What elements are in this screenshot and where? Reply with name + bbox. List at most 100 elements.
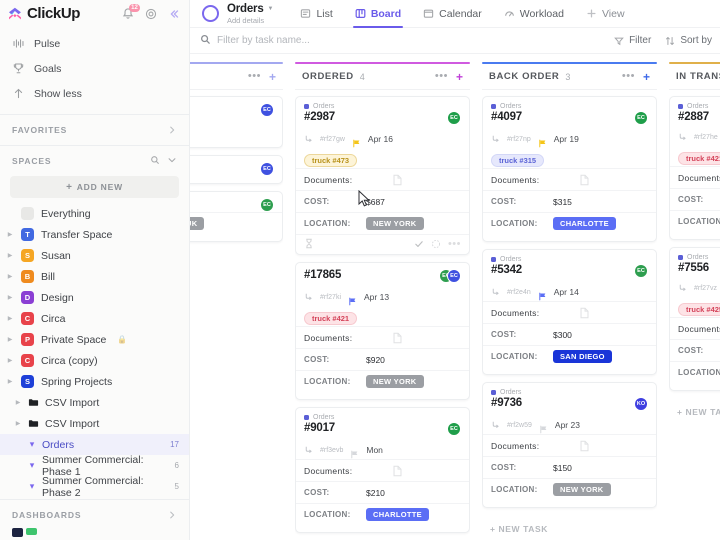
document-attachment-icon[interactable]	[392, 465, 403, 477]
avatar[interactable]: EC	[260, 103, 274, 118]
avatar[interactable]: EC	[634, 111, 648, 126]
task-card[interactable]: Orders#7556 #rf27vzThu truck #425 Documents…	[669, 247, 720, 392]
sidebar-item-orders[interactable]: ▾ Orders 17	[0, 434, 189, 456]
card-tag[interactable]: truck #421	[304, 312, 358, 326]
card-field-cost[interactable]: COST: $687	[296, 190, 469, 212]
card-field-documents[interactable]: Documents:	[296, 168, 469, 190]
card-field-location[interactable]: LOCATION:SAN	[670, 210, 720, 232]
card-field-location[interactable]: UK	[190, 212, 282, 234]
sidebar-item-csv-import[interactable]: ▶ CSV Import	[0, 413, 189, 434]
document-attachment-icon[interactable]	[579, 174, 590, 186]
dashboards-section-header[interactable]: DASHBOARDS	[0, 502, 189, 528]
bell-icon[interactable]: 12	[121, 3, 140, 21]
task-card[interactable]: Orders #2987 EC #rf27gw Apr 16 truck #473 Docu…	[295, 96, 470, 256]
avatar[interactable]: KO	[634, 397, 648, 412]
card-field-location[interactable]: LOCATION: CHARLOTTE	[483, 212, 656, 234]
tab-workload[interactable]: Workload	[493, 0, 575, 28]
card-field-documents[interactable]: Documents:	[670, 317, 720, 339]
document-attachment-icon[interactable]	[579, 440, 590, 452]
card-field-documents[interactable]: Documents:	[483, 434, 656, 456]
task-card[interactable]: EC UK	[190, 191, 283, 243]
location-pill[interactable]: NEW YORK	[553, 483, 611, 497]
avatar[interactable]: EC	[634, 264, 648, 279]
card-due-date[interactable]: Apr 23	[555, 420, 580, 430]
location-pill[interactable]: NEW YORK	[366, 217, 424, 231]
card-field-cost[interactable]: COST: $920	[296, 348, 469, 370]
card-field-cost[interactable]: COST: $210	[296, 481, 469, 503]
card-field-location[interactable]: LOCATION: NEW YORK	[296, 370, 469, 392]
priority-flag-icon[interactable]	[539, 421, 548, 434]
location-pill[interactable]: CHARLOTTE	[366, 508, 429, 522]
sidebar-space-design[interactable]: ▶ D Design	[0, 287, 189, 308]
column-add-task-icon[interactable]: +	[456, 71, 463, 83]
favorites-section-header[interactable]: FAVORITES	[0, 117, 189, 143]
avatar[interactable]: EC	[447, 269, 461, 284]
chevron-right-icon[interactable]	[167, 510, 177, 520]
task-card[interactable]: Orders #5342 EC #rf2e4n Apr 14 Documents: COST…	[482, 249, 657, 376]
card-field-cost[interactable]: COST: $150	[483, 456, 656, 478]
priority-flag-icon[interactable]	[538, 135, 547, 148]
new-task-button[interactable]: + NEW TASK	[669, 398, 720, 426]
chevron-right-icon[interactable]: ▶	[6, 315, 14, 322]
priority-flag-icon[interactable]	[352, 135, 361, 148]
tab-view[interactable]: View	[575, 0, 636, 28]
card-assignees[interactable]: EC	[260, 162, 274, 177]
search-input[interactable]	[217, 35, 400, 47]
chevron-right-icon[interactable]: ▶	[6, 273, 14, 280]
location-pill[interactable]: UK	[190, 217, 205, 231]
chevron-down-icon[interactable]	[167, 155, 177, 167]
avatar[interactable]: EC	[447, 111, 461, 126]
task-card[interactable]: #17865 EC EC #rf27ki Apr 13 truck #421 Documen…	[295, 262, 470, 401]
chevron-right-icon[interactable]: ▶	[6, 231, 14, 238]
task-card[interactable]: Orders #9017 EC #rf3evb Mon Documents: COST: $2…	[295, 407, 470, 534]
card-assignees[interactable]: EC	[447, 422, 461, 437]
sidebar-space-private-space[interactable]: ▶ P Private Space 🔒	[0, 329, 189, 350]
location-pill[interactable]: CHARLOTTE	[553, 217, 616, 231]
column-more-icon[interactable]: •••	[435, 71, 448, 82]
chevron-right-icon[interactable]: ▶	[6, 357, 14, 364]
card-field-location[interactable]: LOCATION: SAN DIEGO	[483, 345, 656, 367]
card-due-date[interactable]: Mon	[366, 445, 383, 455]
collapse-sidebar-icon[interactable]	[167, 7, 181, 21]
chevron-right-icon[interactable]: ▶	[6, 294, 14, 301]
card-field-documents[interactable]: Documents:	[296, 326, 469, 348]
column-add-task-icon[interactable]: +	[643, 71, 650, 83]
filter-button[interactable]: Filter	[614, 35, 651, 46]
sidebar-space-circa-copy-[interactable]: ▶ C Circa (copy)	[0, 350, 189, 371]
sidebar-space-bill[interactable]: ▶ B Bill	[0, 266, 189, 287]
sidebar-item-show-less[interactable]: Show less	[0, 81, 189, 106]
card-field-location[interactable]: LOCATION: CHARLOTTE	[296, 503, 469, 525]
card-assignees[interactable]: EC	[634, 264, 648, 279]
card-tag[interactable]: truck #421	[678, 152, 720, 166]
priority-flag-icon[interactable]	[538, 288, 547, 301]
card-assignees[interactable]: EC EC	[439, 269, 461, 284]
gear-icon[interactable]	[144, 7, 158, 21]
task-card[interactable]: EC	[190, 155, 283, 185]
location-pill[interactable]: SAN DIEGO	[553, 350, 612, 364]
document-attachment-icon[interactable]	[579, 307, 590, 319]
card-due-date[interactable]: Apr 13	[364, 292, 389, 302]
sidebar-item-summer-commercial-phase-1[interactable]: ▾ Summer Commercial: Phase 16	[0, 454, 189, 478]
column-add-task-icon[interactable]: +	[269, 71, 276, 83]
card-due-date[interactable]: Apr 14	[554, 287, 579, 297]
column-more-icon[interactable]: •••	[248, 71, 261, 82]
avatar[interactable]: EC	[260, 198, 274, 213]
card-tag[interactable]: truck #425	[678, 303, 720, 317]
sidebar-item-goals[interactable]: Goals	[0, 56, 189, 81]
task-card[interactable]: EC row	[190, 96, 283, 149]
card-field-cost[interactable]: COST: $315	[483, 190, 656, 212]
card-field-cost[interactable]: COST: $300	[483, 323, 656, 345]
chevron-down-icon[interactable]: ▼	[268, 6, 274, 12]
sidebar-item-csv-import[interactable]: ▶ CSV Import	[0, 392, 189, 413]
card-field-location[interactable]: LOCATION: NEW YORK	[296, 212, 469, 234]
card-assignees[interactable]: EC	[260, 198, 274, 213]
card-due-date[interactable]: Apr 19	[554, 134, 579, 144]
sidebar-item-pulse[interactable]: Pulse	[0, 31, 189, 56]
priority-flag-icon[interactable]	[348, 293, 357, 306]
tab-list[interactable]: List	[289, 0, 343, 28]
sidebar-item-summer-commercial-phase-2[interactable]: ▾ Summer Commercial: Phase 2 5	[0, 475, 189, 499]
search-spaces-icon[interactable]	[150, 155, 160, 167]
add-details-link[interactable]: Add details	[227, 16, 273, 25]
card-field-documents[interactable]: Documents:	[296, 459, 469, 481]
chevron-right-icon[interactable]	[167, 125, 177, 135]
